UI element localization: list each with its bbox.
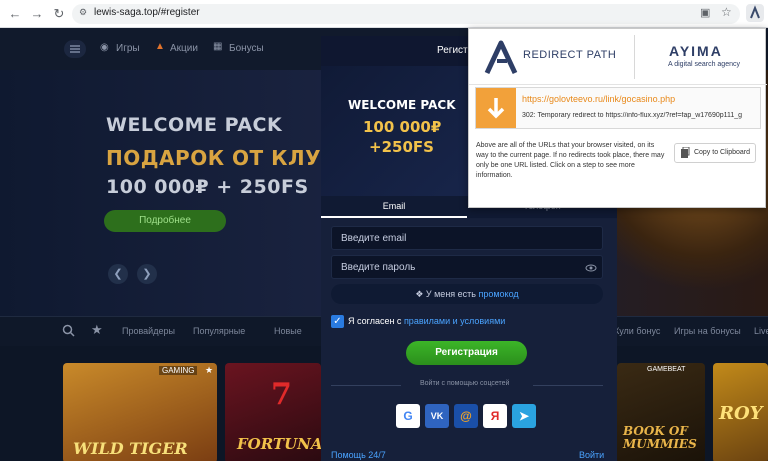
promo-code-link[interactable]: промокод [478,289,518,299]
popup-header: REDIRECT PATH AYIMA A digital search age… [469,29,767,85]
redirect-path-extension-icon[interactable] [746,4,764,22]
provider-badge: GAMING [159,366,198,375]
category-live[interactable]: Live [754,326,768,336]
reload-icon[interactable]: ↻ [50,5,68,23]
category-new[interactable]: Новые [274,326,302,336]
tab-email[interactable]: Email [321,196,467,218]
help-link[interactable]: Помощь 24/7 [331,450,386,460]
promo-code-text: У меня есть [425,289,479,299]
agency-logo: AYIMA [669,43,723,59]
browser-toolbar: ← → ↻ ⚙ lewis-saga.top/#register ▣ ☆ [0,0,768,28]
back-icon[interactable]: ← [6,5,24,23]
mailru-icon[interactable]: @ [454,404,478,428]
game-title: WILD TIGER [73,439,188,458]
hero-amount: 100 000₽ + 250FS [106,176,309,198]
promo-freespins: +250FS [369,138,434,156]
google-icon[interactable]: G [396,404,420,428]
url-text[interactable]: lewis-saga.top/#register [94,7,200,18]
provider-badge: GAMEBEAT [647,366,686,373]
terms-label: Я согласен с правилами и условиями [348,316,505,326]
brand-name: REDIRECT PATH [523,49,617,61]
game-title: ROY [719,403,763,424]
social-login-label: Войти с помощью соцсетей [420,380,510,387]
game-tile-fortuna[interactable]: 7 FORTUNA [225,363,321,461]
games-icon: ◉ [100,42,109,53]
register-button[interactable]: Регистрация [406,341,527,365]
redirect-step[interactable]: https://golovteevo.ru/link/gocasino.php … [475,87,761,129]
nav-bonuses[interactable]: Бонусы [229,43,264,54]
divider-left [331,385,401,386]
email-placeholder: Введите email [341,233,407,244]
menu-icon[interactable] [64,40,86,58]
game-tile-royal[interactable]: ROY [713,363,768,461]
gift-icon: ▦ [213,41,223,52]
clipboard-icon [680,146,690,167]
divider-right [533,385,603,386]
category-popular[interactable]: Популярные [193,326,245,336]
agency-tagline: A digital search agency [668,61,740,68]
vk-icon[interactable]: VK [425,404,449,428]
category-providers[interactable]: Провайдеры [122,326,175,336]
email-input[interactable]: Введите email [331,226,603,250]
seven-symbol-icon: 7 [271,377,292,412]
hero-title: WELCOME PACK [106,114,283,136]
promo-code-toggle[interactable]: ❖ У меня есть промокод [331,284,603,304]
game-title: BOOK OF MUMMIES [623,424,697,451]
hero-subtitle: ПОДАРОК ОТ КЛУ [106,146,321,170]
terms-text: Я согласен с [348,316,404,326]
more-button[interactable]: Подробнее [104,210,226,232]
terms-checkbox[interactable]: ✓ [331,315,344,328]
telegram-icon[interactable]: ➤ [512,404,536,428]
redirect-path-logo-icon [483,37,519,82]
password-input[interactable]: Введите пароль [331,255,603,279]
gift-icon: ❖ [415,289,426,299]
game-title: FORTUNA [237,435,321,453]
forward-icon[interactable]: → [28,5,46,23]
nav-games[interactable]: Игры [116,43,140,54]
redirect-url[interactable]: https://golovteevo.ru/link/gocasino.php [522,94,675,104]
login-link[interactable]: Войти [579,450,604,460]
fire-icon: ▲ [155,41,165,52]
password-placeholder: Введите пароль [341,262,416,273]
next-slide-icon[interactable]: ❯ [137,264,157,284]
header-divider [634,35,635,79]
terms-link[interactable]: правилами и условиями [404,316,505,326]
game-tile-book-of-mummies[interactable]: GAMEBEAT BOOK OF MUMMIES [617,363,705,461]
game-tile-wild-tiger[interactable]: GAMING ★ WILD TIGER [63,363,217,461]
install-app-icon[interactable]: ▣ [700,6,710,19]
info-text: Above are all of the URLs that your brow… [476,142,665,179]
copy-button-label: Copy to Clipboard [693,149,750,156]
bookmark-star-icon[interactable]: ☆ [721,5,732,19]
copy-to-clipboard-button[interactable]: Copy to Clipboard [674,143,756,163]
promo-amount: 100 000₽ [363,118,442,136]
redirect-path-popup: REDIRECT PATH AYIMA A digital search age… [468,28,767,208]
show-password-eye-icon[interactable] [585,261,597,279]
site-info-icon[interactable]: ⚙ [79,7,87,18]
category-buy-bonus[interactable]: Кули бонус [614,326,660,336]
nav-promotions[interactable]: Акции [170,43,198,54]
prev-slide-icon[interactable]: ❮ [108,264,128,284]
favorite-star-icon[interactable]: ★ [205,365,213,376]
redirect-status: 302: Temporary redirect to https://info-… [522,112,743,119]
address-bar[interactable]: ⚙ lewis-saga.top/#register ▣ ☆ [72,4,740,24]
favorites-star-icon[interactable]: ★ [91,322,103,338]
promo-title: WELCOME PACK [348,98,456,112]
search-icon[interactable] [62,324,75,342]
redirect-arrow-icon [476,88,516,128]
yandex-icon[interactable]: Я [483,404,507,428]
category-bonus-games[interactable]: Игры на бонусы [674,326,741,336]
